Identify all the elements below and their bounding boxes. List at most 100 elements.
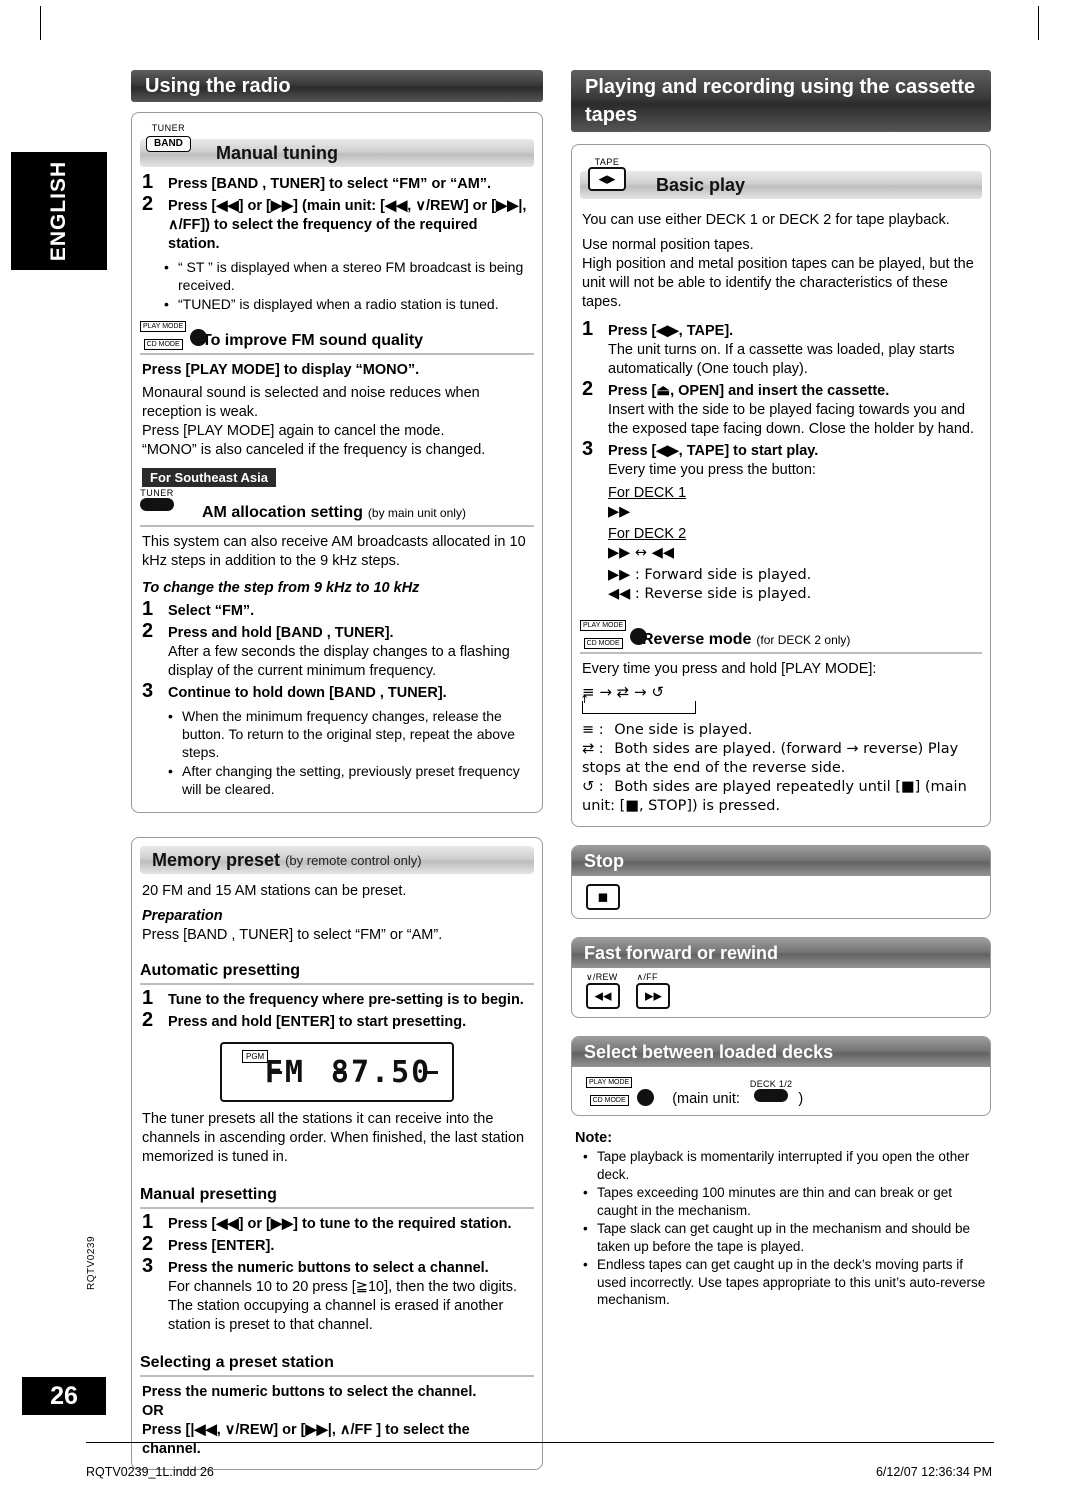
close-paren: ) <box>798 1091 804 1107</box>
step-item: 2 Press [ENTER]. <box>142 1234 532 1256</box>
deck-legend-forward: ▶▶ : Forward side is played. <box>608 567 812 583</box>
step-number: 1 <box>142 598 154 620</box>
chapter-title-radio: Using the radio <box>131 70 543 102</box>
fast-forward-rewind-panel: Fast forward or rewind ∨/REW ◀◀ ∧/FF ▶▶ <box>571 937 991 1018</box>
step-text: Press [◀◀] or [▶▶] (main unit: [◀◀, ∨/RE… <box>168 198 527 252</box>
rewind-button-icon: ◀◀ <box>586 983 620 1009</box>
manual-presetting-header: Manual presetting <box>140 1183 534 1209</box>
step-text: For channels 10 to 20 press [≧10], then … <box>168 1279 518 1333</box>
select-decks-header: Select between loaded decks <box>572 1037 990 1067</box>
step-text: The unit turns on. If a cassette was loa… <box>608 342 955 377</box>
stop-button-row: ■ <box>572 876 990 918</box>
step-text: After a few seconds the display changes … <box>168 644 510 679</box>
deck2-title: For DECK 2 <box>608 526 687 542</box>
play-mode-label: PLAY MODE <box>580 620 627 631</box>
am-allocation-header: TUNER AM allocation setting (by main uni… <box>140 488 534 527</box>
preparation-text: Press [BAND , TUNER] to select “FM” or “… <box>142 927 443 943</box>
manual-tuning-title: Manual tuning <box>216 142 338 163</box>
am-allocation-intro: This system can also receive AM broadcas… <box>142 534 526 569</box>
step-number: 2 <box>142 620 154 642</box>
fast-forward-rewind-header: Fast forward or rewind <box>572 938 990 968</box>
play-mode-key-labels: PLAY MODE CD MODE <box>140 315 187 351</box>
sequence-loop-arrow: ↑ <box>580 693 590 706</box>
note-item: Endless tapes can get caught up in the d… <box>581 1256 987 1309</box>
lcd-display-graphic: PGM FM 87.50 <box>220 1042 454 1102</box>
automatic-presetting-after-text: The tuner presets all the stations it ca… <box>142 1111 525 1165</box>
select-decks-row: PLAY MODE CD MODE (main unit: DECK 1/2 ) <box>572 1067 990 1115</box>
fast-forward-label: ∧/FF <box>636 972 658 982</box>
select-decks-panel: Select between loaded decks PLAY MODE CD… <box>571 1036 991 1116</box>
cd-mode-label: CD MODE <box>583 638 623 649</box>
reverse-mode-sequence: ≡ → ⇄ → ↺ <box>582 683 664 701</box>
document-code: RQTV0239 <box>86 1235 97 1290</box>
sequence-loop-line <box>582 701 696 714</box>
step-text: Press [ENTER]. <box>168 1238 275 1254</box>
basic-play-p2: Use normal position tapes. <box>582 237 754 253</box>
fast-forward-rewind-title: Fast forward or rewind <box>584 942 779 963</box>
reverse-legend-2-sym: ⇄ : <box>582 741 604 757</box>
step-text: Insert with the side to be played facing… <box>608 402 974 437</box>
fm-sound-quality-p2: Press [PLAY MODE] again to cancel the mo… <box>142 423 445 439</box>
note-title: Note: <box>575 1130 613 1146</box>
deck2-label: For DECK 2 <box>608 525 980 544</box>
step-item: 3 Press [◀▶, TAPE] to start play. Every … <box>582 438 980 480</box>
step-number: 3 <box>142 680 154 702</box>
stop-header: Stop <box>572 846 990 876</box>
chapter-title-cassette: Playing and recording using the cassette… <box>571 70 991 132</box>
basic-play-header: TAPE ◀▶ Basic play <box>580 157 982 199</box>
language-tab-label: ENGLISH <box>47 160 70 262</box>
step-text: Press and hold [ENTER] to start presetti… <box>168 1014 467 1030</box>
note-item: Tape playback is momentarily interrupted… <box>581 1148 987 1183</box>
note-item: Tape slack can get caught up in the mech… <box>581 1220 987 1255</box>
selecting-preset-header: Selecting a preset station <box>140 1351 534 1377</box>
step-number: 3 <box>142 1255 154 1277</box>
memory-preset-title: Memory preset <box>152 849 281 870</box>
step-item: 2 Press and hold [BAND , TUNER]. After a… <box>142 620 532 681</box>
fast-forward-button-group: ∧/FF ▶▶ <box>636 972 671 1009</box>
tuner-key-top-label: TUNER <box>151 123 186 133</box>
basic-play-steps: 1 Press [◀▶, TAPE]. The unit turns on. I… <box>582 318 980 480</box>
deck1-symbol: ▶▶ <box>608 504 631 520</box>
note-items: Tape playback is momentarily interrupted… <box>581 1148 987 1309</box>
reverse-legend-2-text: Both sides are played. (forward → revers… <box>582 741 959 776</box>
play-mode-key-icon: PLAY MODE CD MODE <box>140 315 208 351</box>
left-column: Using the radio TUNER BAND Manual tuning… <box>131 70 543 1484</box>
step-text: Tune to the frequency where pre-setting … <box>168 992 524 1008</box>
stop-button-icon: ■ <box>586 884 620 910</box>
right-column: Playing and recording using the cassette… <box>571 70 991 1310</box>
step-bold: Press [◀▶, TAPE]. <box>608 323 734 339</box>
deck-selector-group: DECK 1/2 <box>750 1079 792 1107</box>
step-text: Select “FM”. <box>168 603 255 619</box>
step-number: 2 <box>582 378 594 400</box>
step-item: 1 Tune to the frequency where pre-settin… <box>142 987 532 1010</box>
tape-play-button-icon: ◀▶ <box>588 167 626 191</box>
step-item: 1 Select “FM”. <box>142 598 532 621</box>
lcd-dash-mid <box>334 1071 346 1074</box>
footer-filename: RQTV0239_1L.indd 26 <box>86 1465 214 1479</box>
play-mode-label: PLAY MODE <box>586 1077 633 1088</box>
deck2-symbol: ▶▶ ↔ ◀◀ <box>608 545 674 561</box>
selecting-preset-title: Selecting a preset station <box>140 1354 334 1371</box>
am-change-step-title: To change the step from 9 kHz to 10 kHz <box>142 580 420 596</box>
automatic-presetting-title: Automatic presetting <box>140 962 301 979</box>
step-number: 3 <box>582 438 594 460</box>
step-number: 1 <box>582 318 594 340</box>
fm-sound-quality-title: To improve FM sound quality <box>202 332 424 349</box>
tuner-key-top-label: TUNER <box>140 488 174 498</box>
manual-tuning-bullets: “ ST ” is displayed when a stereo FM bro… <box>164 258 532 313</box>
memory-preset-intro: 20 FM and 15 AM stations can be preset. <box>142 883 407 899</box>
deck-selector-button-icon <box>754 1089 789 1102</box>
step-item: 1 Press [◀◀] or [▶▶] to tune to the requ… <box>142 1212 532 1234</box>
step-number: 2 <box>142 1009 154 1031</box>
reverse-mode-title: Reverse mode <box>642 631 752 648</box>
step-item: 2 Press [⏏, OPEN] and insert the cassett… <box>582 378 980 439</box>
step-bold: Press the numeric buttons to select a ch… <box>168 1260 489 1276</box>
stop-button-glyph: ■ <box>597 890 609 904</box>
language-tab: ENGLISH <box>11 152 107 270</box>
step-number: 1 <box>142 987 154 1009</box>
reverse-legend-3-sym: ↺ : <box>582 779 604 795</box>
basic-play-p1: You can use either DECK 1 or DECK 2 for … <box>582 212 950 228</box>
page-number: 26 <box>22 1377 106 1415</box>
ff-rew-button-row: ∨/REW ◀◀ ∧/FF ▶▶ <box>572 968 990 1017</box>
fm-sound-quality-p1: Monaural sound is selected and noise red… <box>142 385 480 420</box>
